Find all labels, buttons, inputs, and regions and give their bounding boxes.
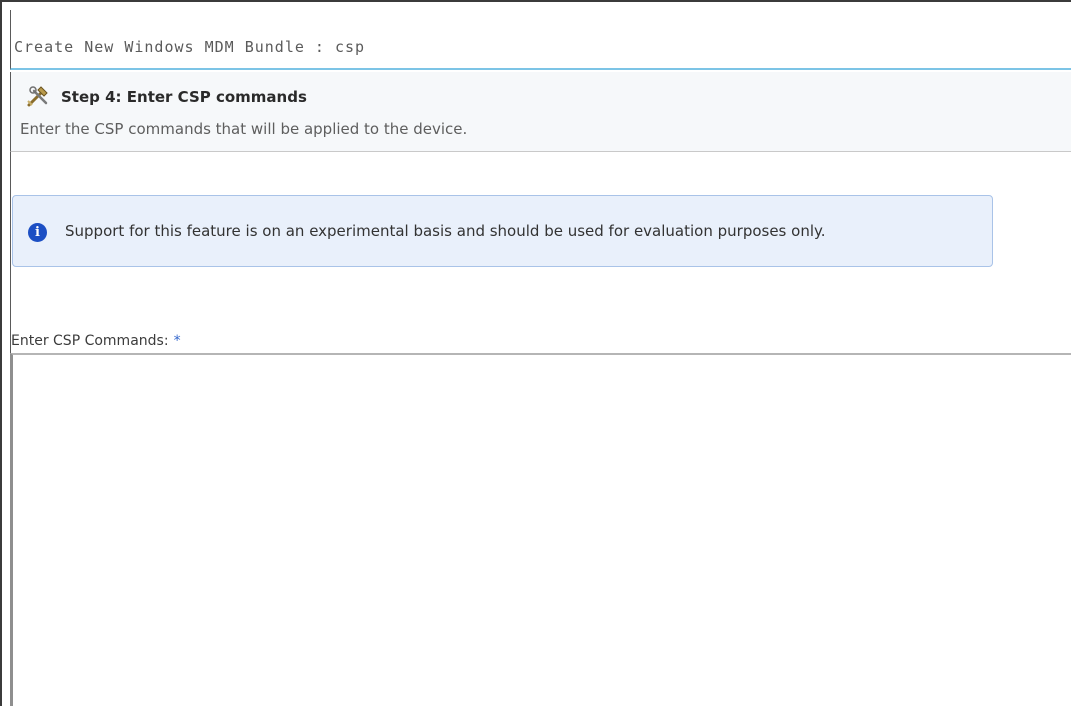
notice-text: Support for this feature is on an experi… bbox=[65, 222, 826, 240]
required-marker: * bbox=[173, 333, 181, 349]
tools-icon bbox=[25, 86, 51, 108]
dialog-title: Create New Windows MDM Bundle : csp bbox=[14, 38, 366, 56]
info-icon: i bbox=[28, 223, 47, 242]
step-description: Enter the CSP commands that will be appl… bbox=[20, 120, 468, 138]
csp-commands-label-text: Enter CSP Commands: bbox=[11, 333, 169, 349]
dialog-header: Create New Windows MDM Bundle : csp bbox=[10, 10, 1071, 70]
step-panel: Step 4: Enter CSP commands Enter the CSP… bbox=[10, 72, 1071, 152]
csp-commands-input[interactable] bbox=[10, 353, 1071, 706]
csp-commands-label: Enter CSP Commands: * bbox=[11, 333, 181, 349]
experimental-notice: i Support for this feature is on an expe… bbox=[12, 195, 993, 267]
step-title: Step 4: Enter CSP commands bbox=[61, 88, 307, 106]
